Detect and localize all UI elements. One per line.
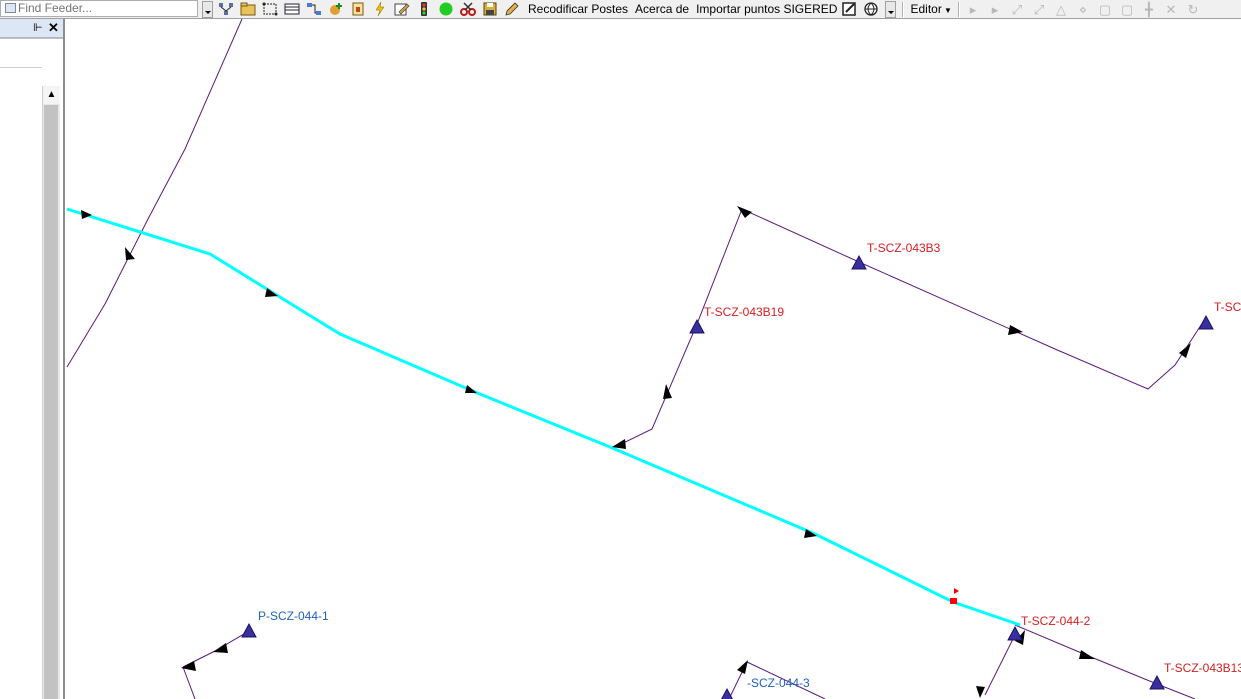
importar-puntos-button[interactable]: Importar puntos SIGERED xyxy=(696,1,837,18)
panel-body: ▲ xyxy=(0,38,63,699)
report-icon[interactable] xyxy=(349,1,367,18)
flow-arrow xyxy=(213,643,228,653)
feeder-icon xyxy=(5,3,16,13)
toolbar-separator xyxy=(902,1,905,17)
sketch-properties-icon[interactable]: ↻ xyxy=(1184,1,1202,18)
save-icon[interactable] xyxy=(481,1,499,18)
vertical-scrollbar[interactable]: ▲ xyxy=(42,86,60,699)
toolbar-separator-2 xyxy=(957,1,960,17)
label-p-scz-044-1: P-SCZ-044-1 xyxy=(258,609,329,623)
flow-icon[interactable] xyxy=(305,1,323,18)
label-t-scz-043b3: T-SCZ-043B3 xyxy=(867,241,941,255)
find-feeder-input[interactable] xyxy=(18,1,188,15)
cut-polygon-icon[interactable]: ▢ xyxy=(1118,1,1136,18)
branch-line-p044-1-down xyxy=(182,666,196,699)
editor-menu-button[interactable]: Editor ▼ xyxy=(910,2,952,16)
point-tool-icon[interactable]: △ xyxy=(1052,1,1070,18)
flow-arrow xyxy=(465,385,477,393)
scrollbar-thumb[interactable] xyxy=(44,105,58,699)
chevron-down-icon: ▼ xyxy=(941,6,952,15)
pencil-icon[interactable] xyxy=(503,1,521,18)
find-feeder-box[interactable] xyxy=(0,0,198,17)
dockable-side-panel: ⊩ ✕ ▲ xyxy=(0,19,65,699)
flow-arrow xyxy=(265,288,278,297)
straight-segment-icon[interactable]: ⤢ xyxy=(1008,1,1026,18)
select-features-icon[interactable] xyxy=(261,1,279,18)
label-scz-044-3: -SCZ-044-3 xyxy=(747,676,810,690)
acerca-de-button[interactable]: Acerca de xyxy=(635,1,689,18)
scroll-up-icon[interactable]: ▲ xyxy=(43,86,60,104)
label-t-sc: T-SC xyxy=(1214,300,1241,314)
edit-tool-icon[interactable]: ▸ xyxy=(964,1,982,18)
transformer-p044-1 xyxy=(241,622,257,638)
green-dot-icon[interactable] xyxy=(437,1,455,18)
transformers xyxy=(241,254,1214,699)
edit-icon[interactable] xyxy=(393,1,411,18)
trace-network-icon[interactable] xyxy=(217,1,235,18)
flag-marker xyxy=(950,588,959,604)
lightning-icon[interactable] xyxy=(371,1,389,18)
pin-icon[interactable]: ⊩ xyxy=(33,21,43,35)
table-icon[interactable] xyxy=(283,1,301,18)
branch-line-044-2-down xyxy=(984,634,1016,696)
vertices-icon[interactable]: ⋄ xyxy=(1074,1,1092,18)
label-t-scz-044-2: T-SCZ-044-2 xyxy=(1021,614,1091,628)
reshape-icon[interactable]: ▢ xyxy=(1096,1,1114,18)
folder-icon[interactable] xyxy=(239,1,257,18)
globe-icon[interactable] xyxy=(863,1,881,18)
map-canvas[interactable]: T-SCZ-043B3 T-SCZ-043B19 T-SC P-SCZ-044-… xyxy=(65,19,1241,699)
panel-header: ⊩ ✕ xyxy=(0,19,63,38)
flow-arrow xyxy=(737,660,748,674)
edit-checkbox-icon[interactable] xyxy=(841,1,859,18)
flow-arrow xyxy=(1079,650,1095,659)
branch-line-043b19 xyxy=(614,208,743,448)
endpoint-arc-icon[interactable]: ⤢ xyxy=(1030,1,1048,18)
panel-content xyxy=(0,67,42,699)
editor-menu-label: Editor xyxy=(910,2,942,16)
transformer-044-2 xyxy=(1007,625,1023,641)
transformer-043b3 xyxy=(851,254,867,270)
traffic-light-icon[interactable] xyxy=(415,1,433,18)
flow-arrow xyxy=(976,686,985,698)
transformer-043b19 xyxy=(689,318,705,334)
branch-line-north xyxy=(66,19,243,368)
label-t-scz-043b13: T-SCZ-043B13 xyxy=(1164,661,1241,675)
add-feature-icon[interactable] xyxy=(327,1,345,18)
flow-arrow xyxy=(125,247,135,260)
branch-lines xyxy=(66,19,1206,699)
branch-line-043b3 xyxy=(741,208,1206,390)
edit-annotation-icon[interactable]: ▸ xyxy=(986,1,1004,18)
flow-arrow xyxy=(181,661,196,671)
split-icon[interactable]: ╋ xyxy=(1140,1,1158,18)
scissors-icon[interactable] xyxy=(459,1,477,18)
transformer-tsc xyxy=(1198,314,1214,330)
recodificar-postes-button[interactable]: Recodificar Postes xyxy=(528,1,628,18)
rotate-icon[interactable]: ✕ xyxy=(1162,1,1180,18)
find-feeder-dropdown-button[interactable] xyxy=(202,0,213,18)
label-t-scz-043b19: T-SCZ-043B19 xyxy=(704,305,785,319)
map-drawing xyxy=(66,19,1214,699)
main-feeder-line xyxy=(66,207,1021,627)
main-toolbar: Recodificar Postes Acerca de Importar pu… xyxy=(0,0,1241,19)
close-icon[interactable]: ✕ xyxy=(48,20,59,35)
toolbar-overflow-dropdown[interactable] xyxy=(885,0,897,18)
